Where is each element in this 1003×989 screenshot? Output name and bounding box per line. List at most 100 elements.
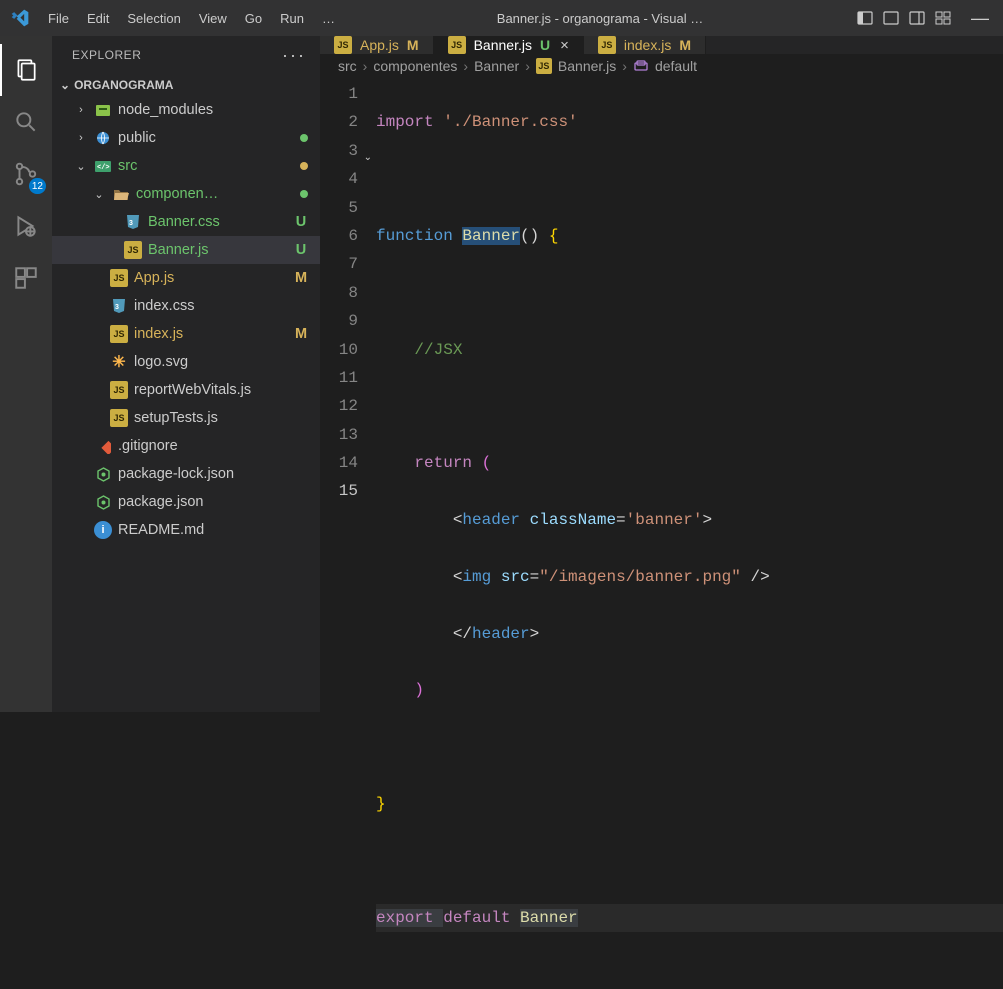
tree-banner-css[interactable]: 3 Banner.css U [52,208,320,236]
code-token: /> [751,568,770,586]
breadcrumb-item[interactable]: src [338,58,357,74]
activity-explorer-icon[interactable] [0,44,52,96]
editor-area: JS App.js M JS Banner.js U × JS index.js… [320,36,1003,712]
code-token: = [530,568,540,586]
activity-search-icon[interactable] [0,96,52,148]
breadcrumb[interactable]: src › componentes › Banner › JS Banner.j… [320,54,1003,78]
js-file-icon: JS [598,36,616,54]
tree-logo-svg[interactable]: ✳ logo.svg [52,348,320,376]
code-content[interactable]: import './Banner.css' function Banner() … [376,80,1003,989]
svg-text:</>: </> [97,164,110,172]
svg-text:3: 3 [129,220,133,227]
tree-label: Banner.js [148,242,288,258]
close-icon[interactable]: × [560,37,569,54]
tree-label: node_modules [118,102,308,118]
code-token: ( [482,454,492,472]
code-token: } [376,795,386,813]
menu-view[interactable]: View [191,7,235,30]
tree-label: package-lock.json [118,466,308,482]
tree-index-js[interactable]: JS index.js M [52,320,320,348]
tab-git-status: M [407,37,419,53]
code-editor[interactable]: 1 2 3⌄ 4 5 6 7 8 9 10 11 12 13 14 15 imp… [320,78,1003,989]
toggle-panel-left-icon[interactable] [857,10,873,26]
menu-edit[interactable]: Edit [79,7,117,30]
tab-index-js[interactable]: JS index.js M [584,36,706,54]
symbol-icon [633,58,649,74]
toggle-panel-right-icon[interactable] [909,10,925,26]
js-file-icon: JS [448,36,466,54]
chevron-right-icon: › [525,58,530,74]
code-token: function [376,227,462,245]
code-token: { [549,227,559,245]
menu-selection[interactable]: Selection [119,7,188,30]
code-token: 'banner' [626,511,703,529]
tree-app-js[interactable]: JS App.js M [52,264,320,292]
code-token: < [453,568,463,586]
tree-index-css[interactable]: 3 index.css [52,292,320,320]
tree-label: Banner.css [148,214,288,230]
css-file-icon: 3 [124,213,142,231]
breadcrumb-item[interactable]: Banner [474,58,519,74]
sidebar-explorer: EXPLORER ··· ⌄ ORGANOGRAMA › node_module… [52,36,320,712]
code-token: import [376,113,443,131]
tab-app-js[interactable]: JS App.js M [320,36,434,54]
status-dot [300,162,308,170]
js-file-icon: JS [110,325,128,343]
folder-open-icon [112,185,130,203]
activity-extensions-icon[interactable] [0,252,52,304]
breadcrumb-item[interactable]: default [655,58,697,74]
git-status: U [294,214,308,230]
window-minimize-icon[interactable]: — [965,8,995,29]
toggle-panel-bottom-icon[interactable] [883,10,899,26]
activity-run-debug-icon[interactable] [0,200,52,252]
tree-pkg-lock[interactable]: package-lock.json [52,460,320,488]
tree-readme[interactable]: i README.md [52,516,320,544]
fold-icon[interactable]: ⌄ [364,145,372,173]
tree-pkg[interactable]: package.json [52,488,320,516]
js-file-icon: JS [334,36,352,54]
js-file-icon: JS [124,241,142,259]
svg-file-icon: ✳ [110,353,128,371]
tab-banner-js[interactable]: JS Banner.js U × [434,36,584,54]
line-gutter: 1 2 3⌄ 4 5 6 7 8 9 10 11 12 13 14 15 [320,80,376,989]
tab-git-status: U [540,37,550,53]
breadcrumb-item[interactable]: componentes [373,58,457,74]
sidebar-title: EXPLORER ··· [52,36,320,74]
menu-run[interactable]: Run [272,7,312,30]
code-token: = [616,511,626,529]
explorer-label: EXPLORER [72,48,141,62]
line-number: 5 [320,194,358,222]
tree-reportwebvitals[interactable]: JS reportWebVitals.js [52,376,320,404]
line-number: 8 [320,279,358,307]
line-number: 2 [320,108,358,136]
npm-file-icon [94,493,112,511]
menu-go[interactable]: Go [237,7,270,30]
code-token: > [702,511,712,529]
code-token: './Banner.css' [443,113,577,131]
tree-public[interactable]: › public [52,124,320,152]
chevron-down-icon: ⌄ [92,188,106,201]
chevron-right-icon: › [363,58,368,74]
tree-gitignore[interactable]: .gitignore [52,432,320,460]
tree-setuptests[interactable]: JS setupTests.js [52,404,320,432]
tree-banner-js[interactable]: JS Banner.js U [52,236,320,264]
activity-scm-icon[interactable]: 12 [0,148,52,200]
line-number: 12 [320,392,358,420]
code-token: </ [453,625,472,643]
layout-grid-icon[interactable] [935,10,951,26]
status-dot [300,190,308,198]
tree-label: src [118,158,294,174]
sidebar-more-icon[interactable]: ··· [282,45,306,66]
tree-label: componen… [136,186,294,202]
code-token: < [453,511,463,529]
tree-componentes[interactable]: ⌄ componen… [52,180,320,208]
tree-node-modules[interactable]: › node_modules [52,96,320,124]
tree-src[interactable]: ⌄ </> src [52,152,320,180]
code-token: header [462,511,520,529]
window-title: Banner.js - organograma - Visual … [345,11,855,26]
folder-header[interactable]: ⌄ ORGANOGRAMA [52,74,320,96]
menu-file[interactable]: File [40,7,77,30]
menu-more[interactable]: … [314,7,343,30]
breadcrumb-item[interactable]: Banner.js [558,58,616,74]
chevron-right-icon: › [463,58,468,74]
